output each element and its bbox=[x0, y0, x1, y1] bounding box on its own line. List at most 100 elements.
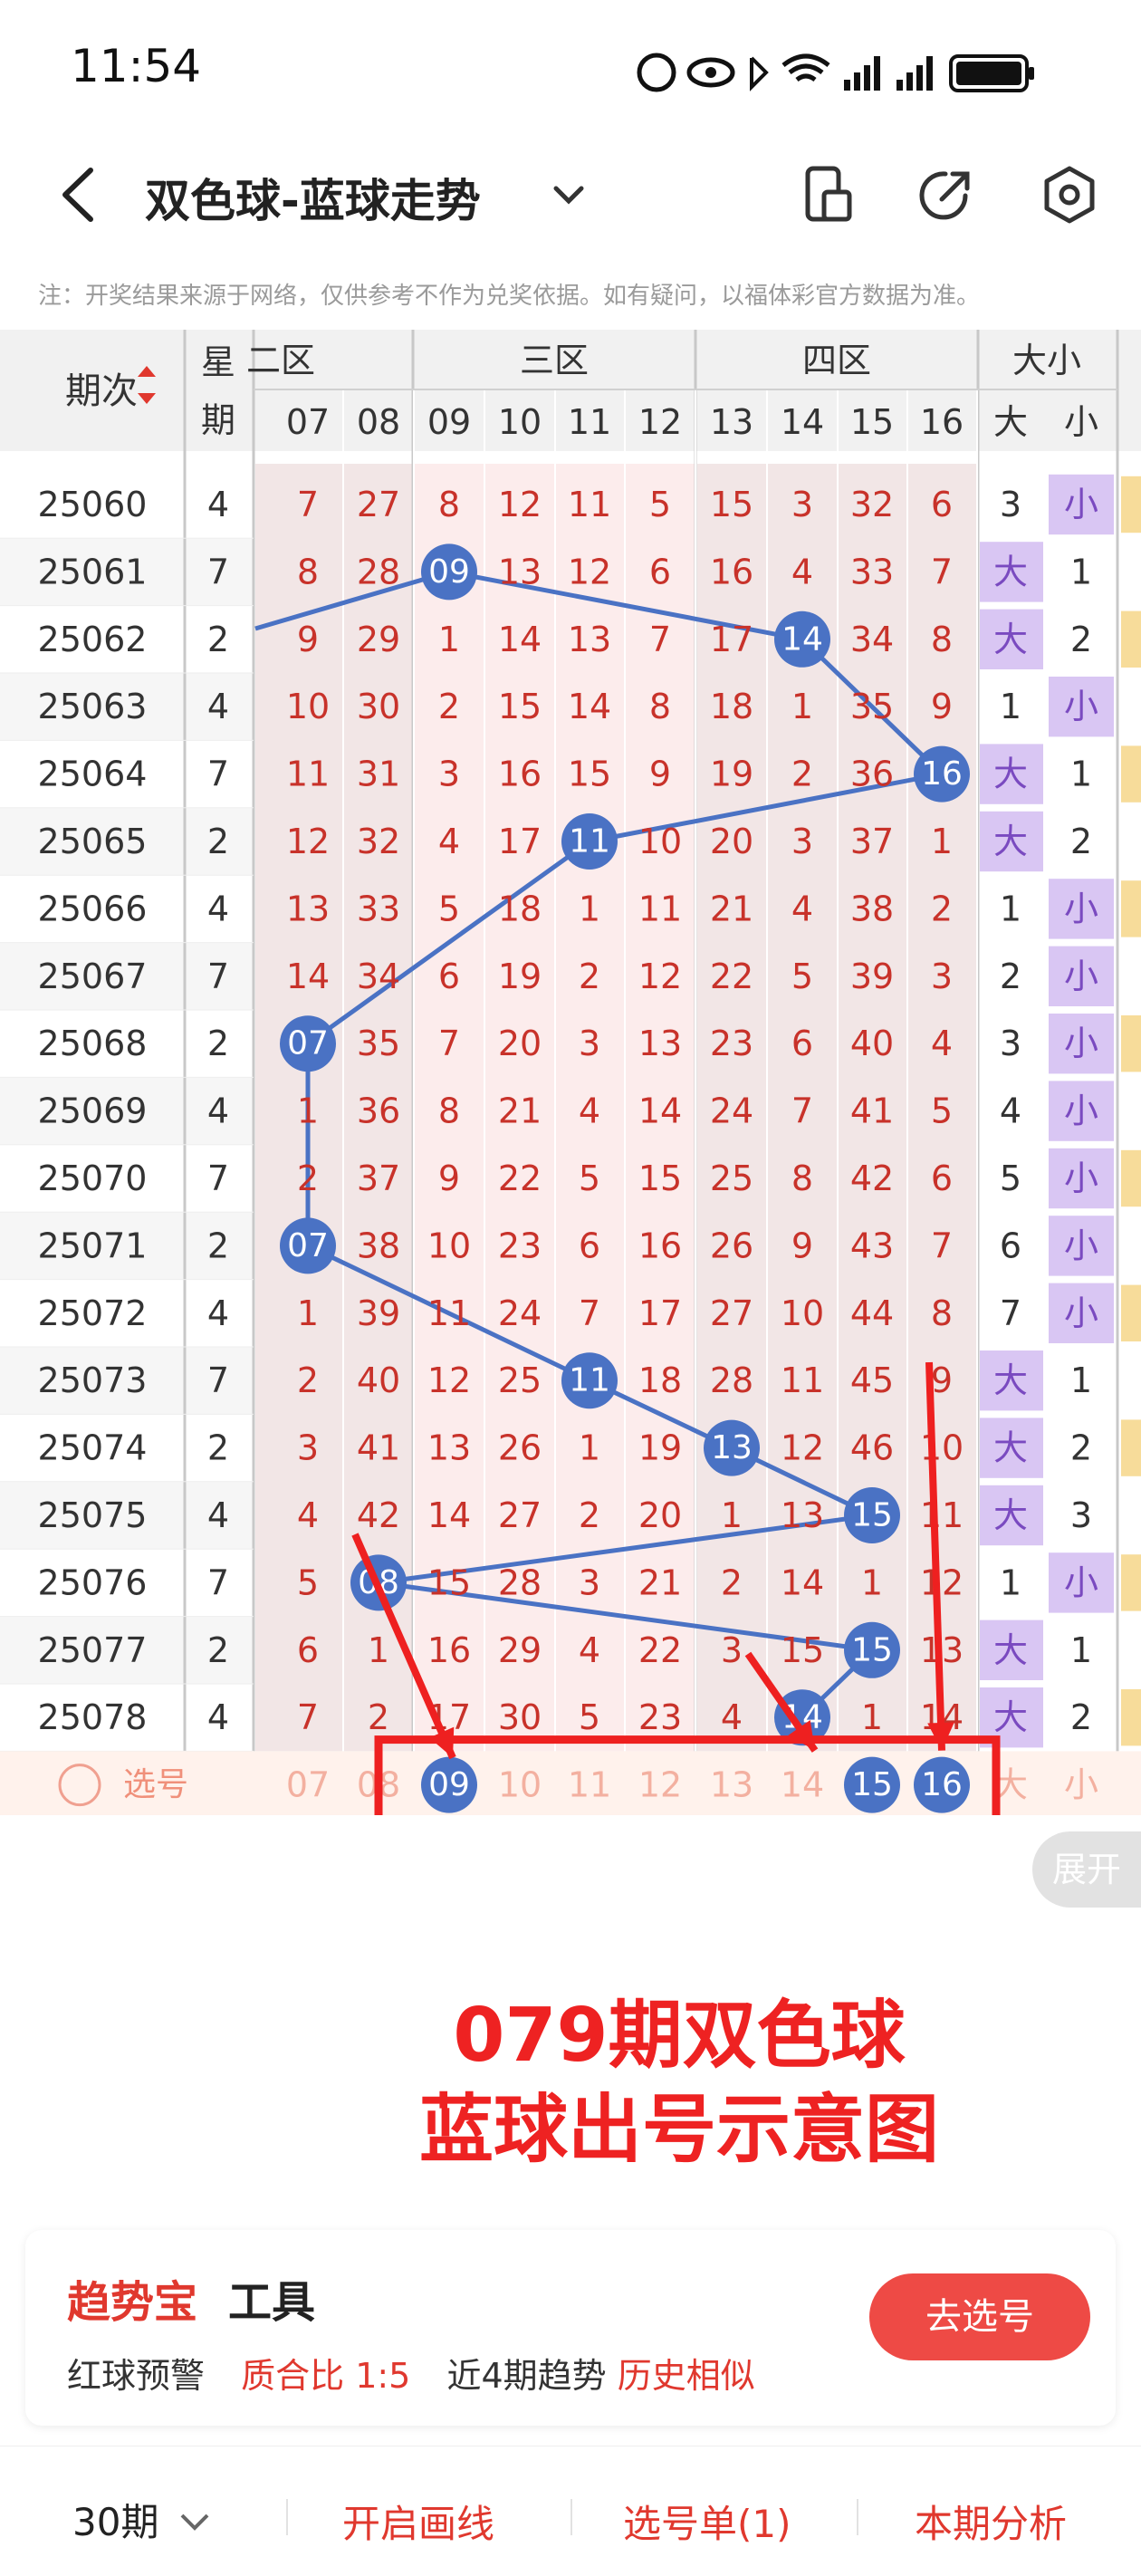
miss-cell: 27 bbox=[498, 1495, 542, 1535]
chevron-down-icon[interactable] bbox=[549, 174, 589, 214]
device-switch-button[interactable] bbox=[797, 163, 860, 226]
draw-lines-button[interactable]: 开启画线 bbox=[342, 2494, 494, 2549]
miss-cell: 11 bbox=[427, 1293, 471, 1333]
select-cell: 12 bbox=[638, 1765, 682, 1805]
nav-bar: 双色球-蓝球走势 bbox=[0, 136, 1141, 254]
week-cell: 4 bbox=[207, 1293, 229, 1333]
miss-cell: 7 bbox=[297, 1697, 319, 1737]
miss-cell: 7 bbox=[931, 552, 953, 591]
miss-cell: 1 bbox=[931, 822, 953, 861]
miss-cell: 7 bbox=[931, 1226, 953, 1265]
miss-cell: 1 bbox=[297, 1293, 319, 1333]
tool-item-1[interactable]: 红球预警 bbox=[67, 2356, 205, 2396]
miss-cell: 12 bbox=[286, 822, 330, 861]
selection-list-button[interactable]: 选号单(1) bbox=[623, 2494, 791, 2549]
tool-card[interactable]: 趋势宝 工具 红球预警 质合比 1:5 近4期趋势 历史相似 去选号 bbox=[25, 2230, 1116, 2426]
miss-cell: 9 bbox=[649, 755, 671, 794]
small-cell: 小 bbox=[1064, 485, 1098, 524]
tool-item-2[interactable]: 质合比 1:5 bbox=[241, 2356, 410, 2396]
miss-cell: 2 bbox=[931, 889, 953, 928]
miss-cell: 1 bbox=[579, 889, 600, 928]
big-cell: 7 bbox=[1000, 1293, 1021, 1333]
miss-cell: 15 bbox=[498, 687, 542, 726]
week-cell: 7 bbox=[207, 1158, 229, 1198]
miss-cell: 5 bbox=[297, 1562, 319, 1602]
tool-subtitle: 红球预警 质合比 1:5 近4期趋势 历史相似 bbox=[67, 2348, 755, 2398]
miss-cell: 14 bbox=[286, 956, 330, 996]
miss-cell: 15 bbox=[638, 1158, 682, 1198]
miss-cell: 40 bbox=[357, 1360, 400, 1400]
back-icon[interactable] bbox=[51, 163, 105, 226]
week-cell: 4 bbox=[207, 687, 229, 726]
miss-cell: 20 bbox=[498, 1024, 542, 1063]
header-number: 13 bbox=[710, 402, 753, 442]
tool-item-4[interactable]: 历史相似 bbox=[618, 2356, 755, 2396]
period-cell: 25063 bbox=[38, 687, 148, 726]
miss-cell: 8 bbox=[931, 620, 953, 659]
expand-button[interactable]: 展开 bbox=[1032, 1831, 1141, 1908]
miss-cell: 9 bbox=[931, 1360, 953, 1400]
wifi-icon bbox=[781, 53, 830, 82]
miss-cell: 5 bbox=[931, 1091, 953, 1131]
header-zone-4: 四区 bbox=[802, 341, 871, 380]
miss-cell: 27 bbox=[710, 1293, 753, 1333]
header-zone-2: 二区 bbox=[246, 341, 315, 380]
small-cell: 2 bbox=[1070, 822, 1092, 861]
header-number: 12 bbox=[638, 402, 682, 442]
miss-cell: 3 bbox=[579, 1562, 600, 1602]
miss-cell: 11 bbox=[568, 485, 611, 524]
period-analysis-button[interactable]: 本期分析 bbox=[915, 2494, 1067, 2549]
header-small: 小 bbox=[1064, 402, 1098, 442]
back-button[interactable] bbox=[51, 163, 105, 230]
title-dropdown[interactable] bbox=[549, 174, 589, 217]
miss-cell: 8 bbox=[931, 1293, 953, 1333]
miss-cell: 22 bbox=[638, 1630, 682, 1670]
big-cell: 大 bbox=[993, 620, 1028, 659]
period-cell: 25065 bbox=[38, 822, 148, 861]
hit-ball-label: 13 bbox=[711, 1429, 753, 1466]
tool-item-3[interactable]: 近4期趋势 bbox=[446, 2356, 606, 2396]
go-select-button[interactable]: 去选号 bbox=[869, 2273, 1090, 2360]
miss-cell: 1 bbox=[579, 1428, 600, 1468]
miss-cell: 8 bbox=[791, 1158, 813, 1198]
page-title[interactable]: 双色球-蓝球走势 bbox=[145, 165, 481, 230]
miss-cell: 30 bbox=[357, 687, 400, 726]
small-cell: 1 bbox=[1070, 1630, 1092, 1670]
week-cell: 4 bbox=[207, 889, 229, 928]
chevron-down-icon[interactable] bbox=[177, 2508, 213, 2535]
settings-icon[interactable] bbox=[1038, 163, 1101, 226]
miss-cell: 43 bbox=[850, 1226, 894, 1265]
miss-cell: 8 bbox=[649, 687, 671, 726]
miss-cell: 22 bbox=[498, 1158, 542, 1198]
miss-cell: 39 bbox=[357, 1293, 400, 1333]
period-label[interactable]: 30期 bbox=[72, 2500, 158, 2544]
period-select[interactable]: 30期 bbox=[72, 2492, 213, 2547]
select-small: 小 bbox=[1064, 1765, 1098, 1805]
share-icon[interactable] bbox=[915, 163, 978, 226]
period-cell: 25071 bbox=[38, 1226, 148, 1265]
miss-cell: 20 bbox=[638, 1495, 682, 1535]
miss-cell: 25 bbox=[710, 1158, 753, 1198]
device-switch-icon[interactable] bbox=[797, 163, 860, 226]
miss-cell: 4 bbox=[791, 889, 813, 928]
big-cell: 6 bbox=[1000, 1226, 1021, 1265]
miss-cell: 11 bbox=[781, 1360, 824, 1400]
settings-button[interactable] bbox=[1038, 163, 1101, 226]
header-bigsmall: 大小 bbox=[1012, 341, 1081, 380]
miss-cell: 8 bbox=[438, 1091, 460, 1131]
big-cell: 4 bbox=[1000, 1091, 1021, 1131]
period-cell: 25074 bbox=[38, 1428, 148, 1468]
trend-chart: 期次星期二区 三区 四区 大小 07 08 09 10 11 12 13 14 15 16 大小 25060 4… bbox=[0, 330, 1141, 2217]
share-button[interactable] bbox=[915, 163, 978, 226]
miss-cell: 8 bbox=[297, 552, 319, 591]
hit-ball-label: 16 bbox=[921, 755, 963, 793]
small-cell: 小 bbox=[1064, 687, 1098, 726]
edge-cell-bg bbox=[1121, 1689, 1141, 1746]
week-cell: 2 bbox=[207, 1024, 229, 1063]
miss-cell: 2 bbox=[368, 1697, 389, 1737]
select-cell: 11 bbox=[568, 1765, 611, 1805]
small-cell: 小 bbox=[1064, 1158, 1098, 1198]
bottom-bar: 30期 开启画线 选号单(1) 本期分析 bbox=[0, 2446, 1141, 2576]
miss-cell: 33 bbox=[850, 552, 894, 591]
edge-cell-bg bbox=[1121, 1419, 1141, 1476]
